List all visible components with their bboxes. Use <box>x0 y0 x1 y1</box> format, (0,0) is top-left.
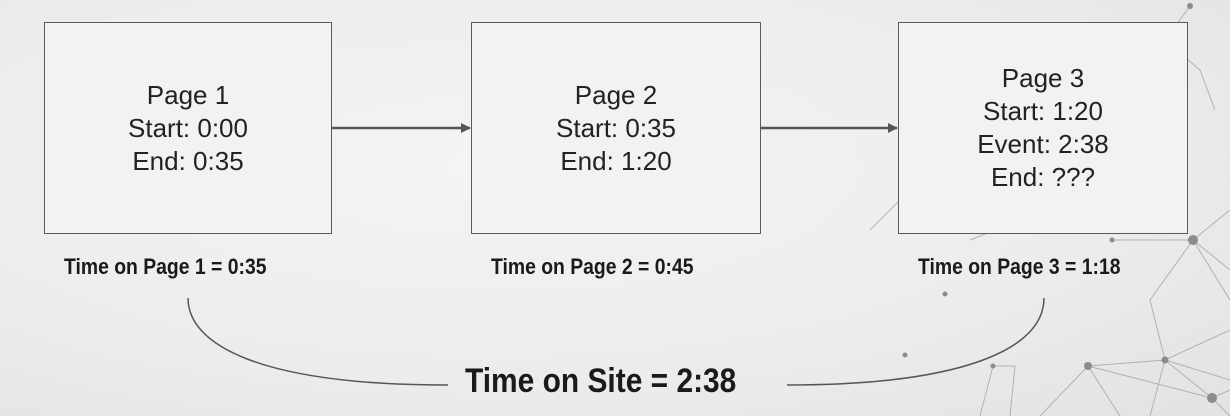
site-span-curve-right <box>786 297 1045 386</box>
page-1-start: Start: 0:00 <box>128 112 248 143</box>
page-3-start: Start: 1:20 <box>983 96 1103 126</box>
page-3-box: Page 3 Start: 1:20 Event: 2:38 End: ??? <box>898 22 1188 234</box>
page-1-title: Page 1 <box>146 79 230 110</box>
page-2-end: End: 1:20 <box>560 145 672 176</box>
time-on-page-2-label: Time on Page 2 = 0:45 <box>491 254 694 279</box>
page-1-end: End: 0:35 <box>132 145 244 176</box>
page-3-event: Event: 2:38 <box>977 129 1109 159</box>
page-2-start: Start: 0:35 <box>556 112 676 143</box>
site-span-curve-left <box>187 297 449 386</box>
time-on-page-1-label: Time on Page 1 = 0:35 <box>64 254 267 279</box>
page-3-end: End: ??? <box>990 162 1096 192</box>
page-1-box: Page 1 Start: 0:00 End: 0:35 <box>44 22 332 234</box>
time-on-site-label: Time on Site = 2:38 <box>465 362 737 400</box>
page-2-title: Page 2 <box>574 79 658 110</box>
time-on-page-3-label: Time on Page 3 = 1:18 <box>918 254 1121 279</box>
page-2-box: Page 2 Start: 0:35 End: 1:20 <box>471 22 761 234</box>
page-3-title: Page 3 <box>1001 63 1085 93</box>
